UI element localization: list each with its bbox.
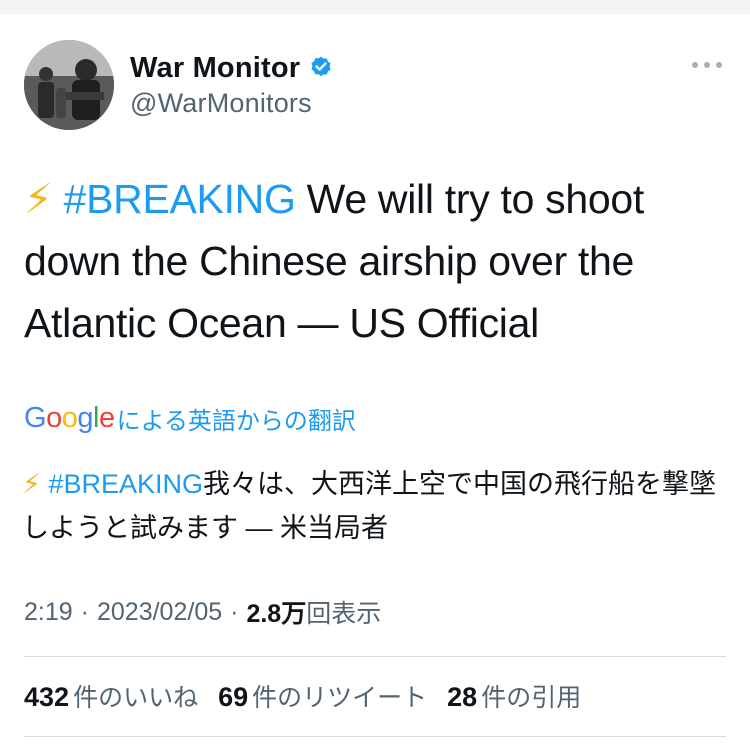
quotes-stat[interactable]: 28 件の引用 [447,678,581,714]
avatar[interactable] [24,40,114,130]
verified-badge-icon [311,56,331,77]
more-dot [704,62,710,68]
tweet-time[interactable]: 2:19 [24,598,73,627]
more-dot [692,62,698,68]
divider [24,656,726,657]
tweet-date[interactable]: 2023/02/05 [97,598,222,627]
meta-separator: · [80,597,89,626]
status-bar-strip [0,0,750,14]
more-dot [716,62,722,68]
display-name[interactable]: War Monitor [130,52,300,85]
translation-attribution[interactable]: Google による英語からの翻訳 [24,398,356,438]
likes-label: 件のいいね [73,684,199,712]
tweet-text: ⚡ #BREAKING We will try to shoot down th… [24,168,724,354]
translated-text: ⚡ #BREAKING我々は、大西洋上空で中国の飛行船を撃墜しようと試みます —… [22,462,732,550]
more-horizontal-icon[interactable] [692,58,722,72]
meta-separator: · [230,597,239,626]
tweet-header: War Monitor @WarMonitors [24,40,726,132]
views-count: 2.8万 [246,600,307,628]
engagement-stats: 432 件のいいね 69 件のリツイート 28 件の引用 [24,674,601,718]
divider [24,736,726,737]
display-name-row: War Monitor [130,50,334,86]
views-label: 回表示 [306,600,382,628]
quotes-label: 件の引用 [481,684,582,712]
retweets-count: 69 [218,682,249,712]
likes-stat[interactable]: 432 件のいいね [24,678,198,714]
handle[interactable]: @WarMonitors [130,88,334,119]
likes-count: 432 [24,682,70,712]
lightning-icon: ⚡ [22,469,41,499]
google-logo: Google [24,401,115,434]
retweets-label: 件のリツイート [252,684,428,712]
quotes-count: 28 [447,682,478,712]
avatar-image [24,40,114,130]
retweets-stat[interactable]: 69 件のリツイート [218,678,427,714]
author-names: War Monitor @WarMonitors [130,50,334,119]
tweet-meta: 2:19 · 2023/02/05 · 2.8万 回表示 [24,592,381,632]
translation-label: による英語からの翻訳 [116,407,356,435]
lightning-icon: ⚡ [24,176,53,222]
hashtag-link[interactable]: #BREAKING [48,469,203,499]
hashtag-link[interactable]: #BREAKING [64,176,296,222]
